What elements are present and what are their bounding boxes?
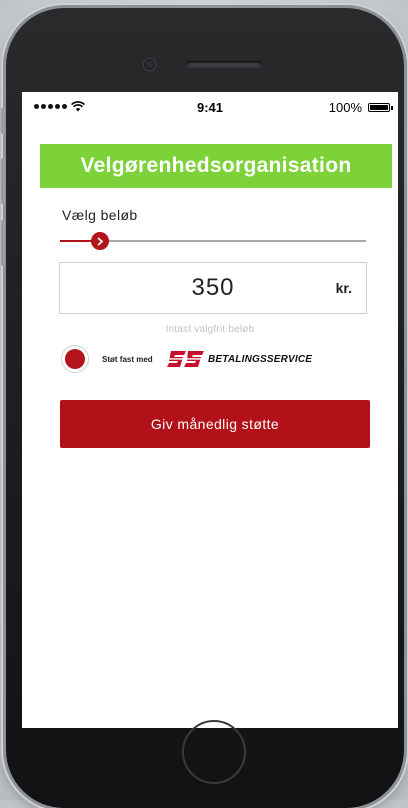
status-bar: 9:41 100%: [22, 92, 398, 128]
amount-slider[interactable]: [60, 232, 366, 250]
amount-label: Vælg beløb: [62, 207, 138, 223]
amount-unit: kr.: [335, 280, 352, 296]
volume-down-button: [1, 220, 5, 266]
mute-switch: [1, 108, 5, 134]
volume-up-button: [1, 158, 5, 204]
earpiece-speaker: [186, 61, 262, 68]
app-screen: 9:41 100% Velgørenhedsorganisation Vælg …: [22, 92, 398, 728]
organisation-title: Velgørenhedsorganisation: [40, 144, 392, 188]
home-button[interactable]: [182, 720, 246, 784]
battery-percent: 100%: [328, 100, 362, 115]
phone-frame: 9:41 100% Velgørenhedsorganisation Vælg …: [1, 8, 404, 808]
front-camera: [144, 59, 155, 70]
amount-hint: Intast valgfrit beløb: [165, 324, 255, 335]
chevron-right-icon: [97, 236, 104, 246]
amount-value[interactable]: 350: [60, 274, 366, 302]
betalingsservice-name: BETALINGSSERVICE: [208, 354, 313, 365]
give-monthly-button[interactable]: Giv månedlig støtte: [60, 400, 370, 448]
betalingsservice-prefix: Støt fast med: [102, 355, 153, 364]
betalingsservice-radio[interactable]: [61, 345, 89, 373]
amount-slider-thumb[interactable]: [90, 232, 109, 250]
amount-input[interactable]: 350 kr.: [59, 262, 367, 314]
battery-icon: [368, 103, 393, 112]
betalingsservice-logo-icon: [167, 351, 205, 367]
radio-selected-dot: [65, 349, 85, 369]
status-right: 100%: [328, 100, 393, 115]
